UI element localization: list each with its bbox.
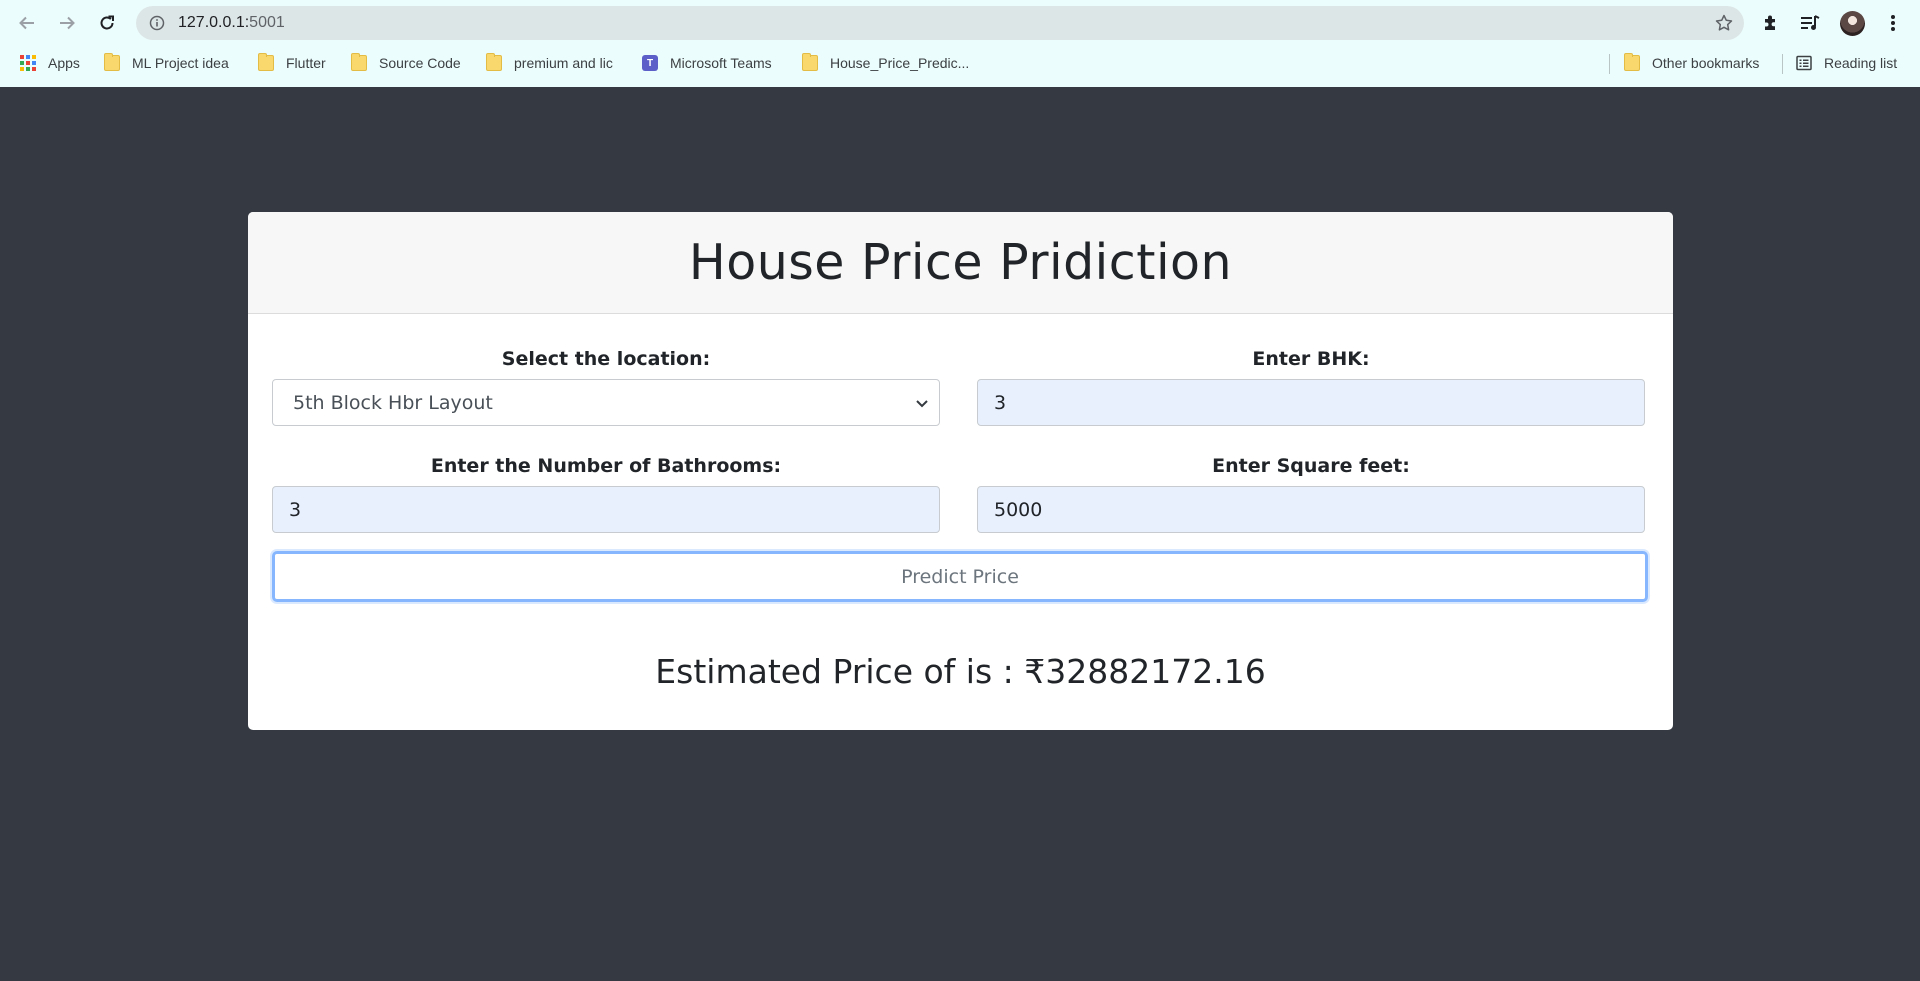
forward-button[interactable] <box>52 8 82 38</box>
extensions-icon[interactable] <box>1758 10 1784 36</box>
site-info-icon[interactable] <box>148 14 166 32</box>
address-bar[interactable]: 127.0.0.1:5001 <box>136 6 1744 40</box>
forward-arrow-icon <box>60 16 75 30</box>
folder-icon <box>1624 53 1640 71</box>
bookmark-label: ML Project idea <box>132 55 229 71</box>
sqft-value: 5000 <box>994 498 1043 521</box>
bookmark-flutter[interactable]: Flutter <box>258 53 326 73</box>
folder-icon <box>104 53 120 71</box>
bookmark-ml-project-idea[interactable]: ML Project idea <box>104 53 229 73</box>
predict-price-button[interactable]: Predict Price <box>272 551 1648 602</box>
browser-chrome: 127.0.0.1:5001 Apps ML Project idea Flut… <box>0 0 1920 87</box>
bookmarks-bar: Apps ML Project idea Flutter Source Code… <box>0 46 1920 80</box>
browser-toolbar: 127.0.0.1:5001 <box>0 0 1920 46</box>
bookmark-label: House_Price_Predic... <box>830 55 970 71</box>
bathrooms-value: 3 <box>289 498 302 521</box>
bookmark-label: Flutter <box>286 55 326 71</box>
bookmarks-divider <box>1782 54 1783 74</box>
apps-grid-icon <box>20 55 36 71</box>
prediction-card: House Price Pridiction Select the locati… <box>248 212 1673 730</box>
bookmarks-divider <box>1609 54 1610 74</box>
bookmark-label: Apps <box>48 55 80 71</box>
url-port: 5001 <box>249 14 285 31</box>
estimated-price-result: Estimated Price of is : ₹32882172.16 <box>655 652 1266 691</box>
page-title: House Price Pridiction <box>688 234 1233 291</box>
bhk-input[interactable]: 3 <box>977 379 1645 426</box>
reading-list-label: Reading list <box>1824 55 1898 71</box>
bookmark-source-code[interactable]: Source Code <box>351 53 461 73</box>
folder-icon <box>486 53 502 71</box>
bookmark-label: Microsoft Teams <box>670 55 772 71</box>
page-viewport: House Price Pridiction Select the locati… <box>0 87 1920 981</box>
sqft-label: Enter Square feet: <box>1212 455 1410 477</box>
back-button[interactable] <box>12 8 42 38</box>
bookmark-label: premium and lic <box>514 55 613 71</box>
reload-icon <box>100 15 114 30</box>
media-control-icon[interactable] <box>1797 10 1823 36</box>
bookmark-label: Source Code <box>379 55 461 71</box>
bookmark-premium-and-lic[interactable]: premium and lic <box>486 53 613 73</box>
other-bookmarks-label: Other bookmarks <box>1652 55 1760 71</box>
reading-list[interactable]: Reading list <box>1796 53 1897 73</box>
url-text: 127.0.0.1:5001 <box>178 6 285 40</box>
url-host: 127.0.0.1: <box>178 14 250 31</box>
bookmark-microsoft-teams[interactable]: T Microsoft Teams <box>642 53 772 73</box>
microsoft-teams-icon: T <box>642 55 658 71</box>
folder-icon <box>802 53 818 71</box>
reading-list-icon <box>1796 55 1812 71</box>
card-header: House Price Pridiction <box>248 212 1673 314</box>
location-label: Select the location: <box>501 348 711 370</box>
chevron-down-icon <box>913 394 931 412</box>
bathrooms-label: Enter the Number of Bathrooms: <box>430 455 782 477</box>
bhk-label: Enter BHK: <box>1252 348 1370 370</box>
bookmark-star-icon[interactable] <box>1714 13 1734 33</box>
other-bookmarks[interactable]: Other bookmarks <box>1624 53 1759 73</box>
bhk-value: 3 <box>994 391 1007 414</box>
location-selected-value: 5th Block Hbr Layout <box>293 391 493 414</box>
bathrooms-input[interactable]: 3 <box>272 486 940 533</box>
sqft-input[interactable]: 5000 <box>977 486 1645 533</box>
folder-icon <box>351 53 367 71</box>
folder-icon <box>258 53 274 71</box>
bookmark-house-price-predic[interactable]: House_Price_Predic... <box>802 53 969 73</box>
profile-avatar[interactable] <box>1840 11 1865 36</box>
back-arrow-icon <box>19 16 34 30</box>
browser-menu-icon[interactable] <box>1880 10 1906 36</box>
reload-button[interactable] <box>92 8 122 38</box>
location-select[interactable]: 5th Block Hbr Layout <box>272 379 940 426</box>
bookmark-apps[interactable]: Apps <box>20 53 80 73</box>
